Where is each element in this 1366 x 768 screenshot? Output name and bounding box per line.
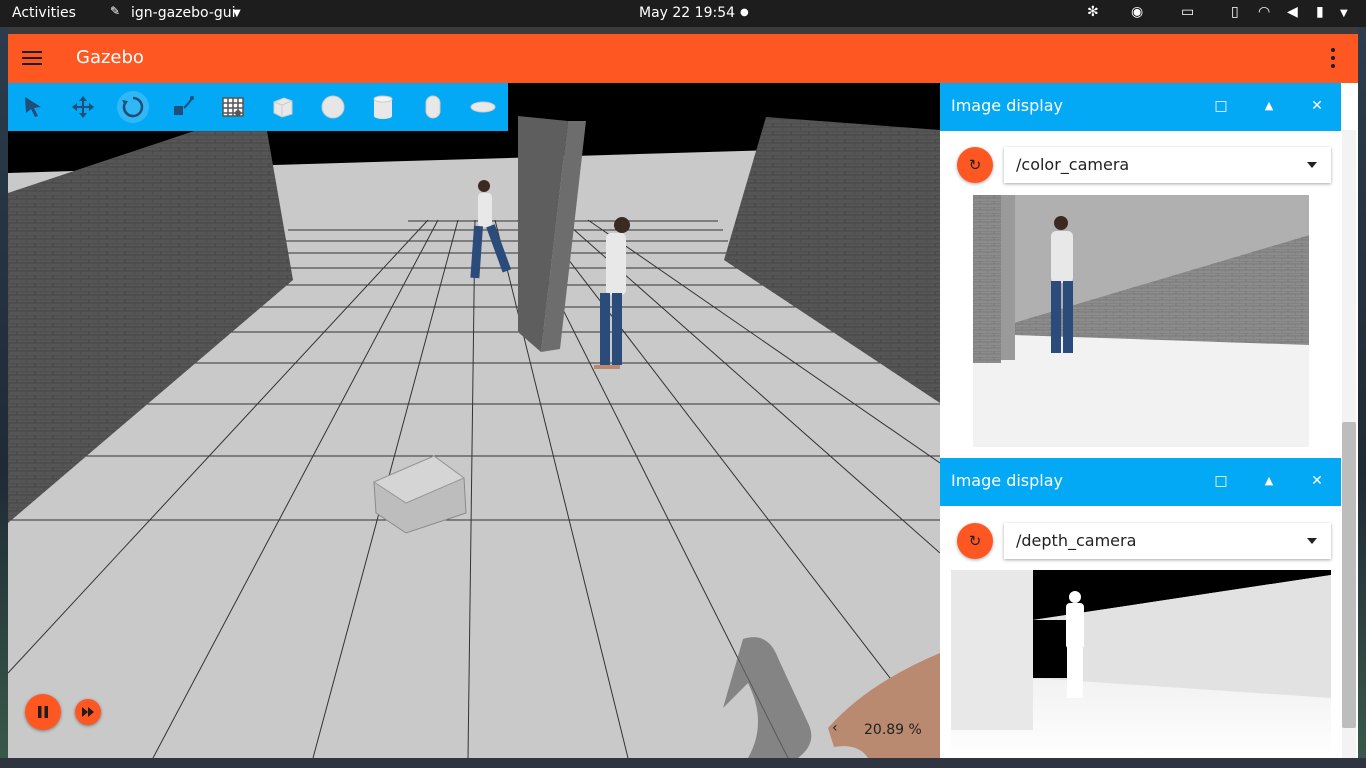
clipboard-icon[interactable]: ▯ — [1231, 4, 1239, 20]
topic-selector[interactable]: /depth_camera — [1004, 523, 1331, 559]
cylinder-shape-icon[interactable] — [367, 91, 399, 123]
activities-button[interactable]: Activities — [12, 5, 76, 21]
topic-value: /depth_camera — [1016, 531, 1137, 550]
app-menu[interactable]: ign-gazebo-gui — [131, 5, 236, 21]
transform-control-icon[interactable] — [167, 91, 199, 123]
image-display-panel-title-bar: Image display □ ▲ ✕ — [940, 83, 1341, 131]
tray-app-icon[interactable]: ◉ — [1131, 4, 1143, 20]
panel-scrollbar[interactable] — [1342, 422, 1356, 728]
topic-selector[interactable]: /color_camera — [1004, 147, 1331, 183]
desktop-dock — [0, 758, 1366, 768]
box-shape-icon[interactable] — [267, 91, 299, 123]
topic-value: /color_camera — [1016, 155, 1130, 174]
wifi-icon[interactable]: ◠ — [1258, 4, 1270, 20]
real-time-factor: 20.89 % — [864, 722, 922, 738]
right-panel: Image display □ ▲ ✕ ↻ /color_camera Imag… — [940, 83, 1358, 758]
notification-dot: ● — [740, 7, 749, 18]
close-icon[interactable]: ✕ — [1306, 470, 1328, 492]
ellipsoid-shape-icon[interactable] — [467, 91, 499, 123]
pause-button[interactable] — [25, 694, 61, 730]
scene-toolbar — [8, 83, 508, 131]
step-forward-button[interactable] — [75, 699, 101, 725]
desktop-background — [1358, 27, 1366, 768]
panel-title: Image display — [951, 471, 1064, 490]
collapse-icon[interactable]: ▲ — [1258, 95, 1280, 117]
app-bar: Gazebo — [8, 34, 1358, 83]
capsule-shape-icon[interactable] — [417, 91, 449, 123]
app-menu-dropdown-icon[interactable]: ▼ — [233, 8, 241, 19]
3d-scene[interactable] — [8, 83, 940, 758]
system-top-bar: Activities ✎ ign-gazebo-gui ▼ May 22 19:… — [0, 0, 1366, 27]
color-camera-image — [973, 195, 1309, 447]
image-display-panel-title-bar: Image display □ ▲ ✕ — [940, 458, 1341, 506]
close-icon[interactable]: ✕ — [1306, 95, 1328, 117]
desktop-background — [0, 27, 8, 768]
collapse-icon[interactable]: ▲ — [1258, 470, 1280, 492]
hamburger-menu-icon[interactable] — [22, 48, 42, 68]
system-menu-dropdown-icon[interactable]: ▼ — [1340, 8, 1348, 19]
maximize-icon[interactable]: □ — [1210, 470, 1232, 492]
gazebo-window: Gazebo ‹ 20.89 % Image display □ ▲ ✕ ↻ /… — [8, 34, 1358, 758]
depth-camera-image — [951, 570, 1331, 758]
volume-icon[interactable]: ◀ — [1287, 4, 1298, 20]
layout-icon[interactable]: ▭ — [1181, 4, 1194, 20]
maximize-icon[interactable]: □ — [1210, 95, 1232, 117]
translate-move-icon[interactable] — [67, 91, 99, 123]
panel-title: Image display — [951, 96, 1064, 115]
rtf-expand-icon[interactable]: ‹ — [832, 720, 838, 736]
app-title: Gazebo — [76, 47, 144, 68]
chevron-down-icon — [1307, 538, 1317, 544]
more-options-icon[interactable] — [1326, 48, 1340, 70]
refresh-icon[interactable]: ↻ — [957, 147, 993, 183]
battery-icon[interactable]: ▮ — [1316, 4, 1324, 20]
rotate-icon[interactable] — [117, 91, 149, 123]
app-feather-icon: ✎ — [110, 4, 121, 18]
refresh-icon[interactable]: ↻ — [957, 523, 993, 559]
slack-icon[interactable]: ✻ — [1087, 4, 1099, 20]
clock[interactable]: May 22 19:54 — [639, 5, 735, 21]
chevron-down-icon — [1307, 162, 1317, 168]
sphere-shape-icon[interactable] — [317, 91, 349, 123]
fast-forward-icon — [82, 707, 94, 717]
pause-icon — [38, 706, 48, 718]
grid-icon[interactable] — [217, 91, 249, 123]
select-arrow-icon[interactable] — [17, 91, 49, 123]
